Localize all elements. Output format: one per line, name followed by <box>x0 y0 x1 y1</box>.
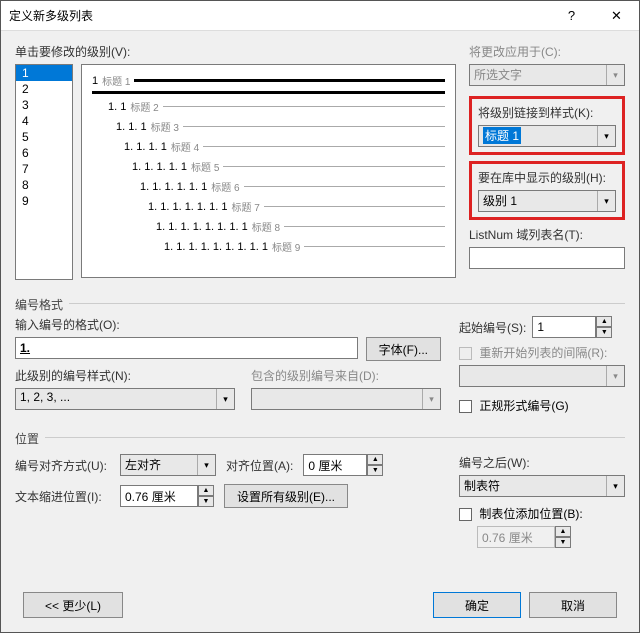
restart-select: ▾ <box>459 365 625 387</box>
dialog-body: 单击要修改的级别(V): 1 2 3 4 5 6 7 8 9 1标题 1 1. 1… <box>1 31 639 632</box>
preview-line: 1. 1. 1. 1. 1. 1. 1标题 7 <box>92 199 445 214</box>
chevron-down-icon: ▾ <box>197 455 215 475</box>
listnum-label: ListNum 域列表名(T): <box>469 226 625 243</box>
level-item-8[interactable]: 8 <box>16 177 72 193</box>
link-style-select[interactable]: 标题 1 ▾ <box>478 125 616 147</box>
level-list[interactable]: 1 2 3 4 5 6 7 8 9 <box>15 64 73 280</box>
level-item-2[interactable]: 2 <box>16 81 72 97</box>
spin-up-icon[interactable]: ▲ <box>367 454 383 465</box>
chevron-down-icon: ▾ <box>597 191 615 211</box>
align-at-label: 对齐位置(A): <box>226 457 293 474</box>
chevron-down-icon: ▾ <box>606 65 624 85</box>
preview-line: 1. 1. 1. 1. 1. 1. 1. 1标题 8 <box>92 219 445 234</box>
restart-checkbox <box>459 347 472 360</box>
indent-spinner[interactable]: ▲▼ <box>120 485 214 507</box>
spin-down-icon[interactable]: ▼ <box>367 465 383 476</box>
level-item-9[interactable]: 9 <box>16 193 72 209</box>
include-from-label: 包含的级别编号来自(D): <box>251 367 441 384</box>
preview-line <box>92 91 445 94</box>
ok-button[interactable]: 确定 <box>433 592 521 618</box>
apply-to-select[interactable]: 所选文字 ▾ <box>469 64 625 86</box>
close-button[interactable]: ✕ <box>594 1 639 31</box>
indent-input[interactable] <box>120 485 198 507</box>
align-select[interactable]: 左对齐 ▾ <box>120 454 216 476</box>
preview-line: 1. 1标题 2 <box>92 99 445 114</box>
restart-label: 重新开始列表的间隔(R): <box>479 346 607 360</box>
chevron-down-icon: ▾ <box>606 476 624 496</box>
spin-up-icon[interactable]: ▲ <box>596 316 612 327</box>
gallery-level-label: 要在库中显示的级别(H): <box>478 169 616 186</box>
chevron-down-icon: ▾ <box>597 126 615 146</box>
start-at-input[interactable] <box>532 316 596 338</box>
link-style-group: 将级别链接到样式(K): 标题 1 ▾ <box>469 96 625 155</box>
dialog-window: 定义新多级列表 ? ✕ 单击要修改的级别(V): 1 2 3 4 5 6 7 <box>0 0 640 633</box>
follow-label: 编号之后(W): <box>459 454 625 471</box>
tab-stop-input <box>477 526 555 548</box>
tab-stop-spinner: ▲▼ <box>477 526 625 548</box>
apply-to-label: 将更改应用于(C): <box>469 43 625 60</box>
preview-line: 1. 1. 1. 1. 1标题 5 <box>92 159 445 174</box>
font-button[interactable]: 字体(F)... <box>366 337 441 361</box>
level-item-5[interactable]: 5 <box>16 129 72 145</box>
spin-down-icon[interactable]: ▼ <box>198 496 214 507</box>
spin-down-icon: ▼ <box>555 537 571 548</box>
help-button[interactable]: ? <box>549 1 594 31</box>
align-label: 编号对齐方式(U): <box>15 457 110 474</box>
legal-format-label: 正规形式编号(G) <box>479 399 568 413</box>
spin-down-icon[interactable]: ▼ <box>596 327 612 338</box>
preview-line: 1. 1. 1. 1. 1. 1标题 6 <box>92 179 445 194</box>
legal-format-checkbox[interactable] <box>459 400 472 413</box>
preview-line: 1标题 1 <box>92 73 445 88</box>
spin-up-icon[interactable]: ▲ <box>198 485 214 496</box>
dialog-title: 定义新多级列表 <box>9 7 549 24</box>
chevron-down-icon: ▾ <box>216 389 234 409</box>
numfmt-section-label: 编号格式 <box>15 296 63 313</box>
level-item-3[interactable]: 3 <box>16 97 72 113</box>
preview-line: 1. 1. 1. 1标题 4 <box>92 139 445 154</box>
tab-stop-label: 制表位添加位置(B): <box>479 507 582 521</box>
preview-line: 1. 1. 1标题 3 <box>92 119 445 134</box>
level-item-7[interactable]: 7 <box>16 161 72 177</box>
chevron-down-icon: ▾ <box>606 366 624 386</box>
tab-stop-checkbox[interactable] <box>459 508 472 521</box>
level-item-4[interactable]: 4 <box>16 113 72 129</box>
listnum-input[interactable] <box>469 247 625 269</box>
preview-pane: 1标题 1 1. 1标题 2 1. 1. 1标题 3 1. 1. 1. 1标题 4 1.… <box>81 64 456 278</box>
follow-select[interactable]: 制表符 ▾ <box>459 475 625 497</box>
cancel-button[interactable]: 取消 <box>529 592 617 618</box>
level-item-6[interactable]: 6 <box>16 145 72 161</box>
start-at-spinner[interactable]: ▲▼ <box>532 316 612 338</box>
numstyle-select[interactable]: 1, 2, 3, ... ▾ <box>15 388 235 410</box>
indent-label: 文本缩进位置(I): <box>15 488 110 505</box>
align-at-input[interactable] <box>303 454 367 476</box>
gallery-level-select[interactable]: 级别 1 ▾ <box>478 190 616 212</box>
set-all-levels-button[interactable]: 设置所有级别(E)... <box>224 484 348 508</box>
gallery-level-group: 要在库中显示的级别(H): 级别 1 ▾ <box>469 161 625 220</box>
levels-label: 单击要修改的级别(V): <box>15 43 459 60</box>
number-format-input[interactable] <box>15 337 358 359</box>
position-section-label: 位置 <box>15 430 39 447</box>
less-button[interactable]: << 更少(L) <box>23 592 123 618</box>
level-item-1[interactable]: 1 <box>16 65 72 81</box>
numstyle-label: 此级别的编号样式(N): <box>15 367 235 384</box>
chevron-down-icon: ▾ <box>422 389 440 409</box>
titlebar: 定义新多级列表 ? ✕ <box>1 1 639 31</box>
align-at-spinner[interactable]: ▲▼ <box>303 454 383 476</box>
start-at-label: 起始编号(S): <box>459 319 526 336</box>
link-style-label: 将级别链接到样式(K): <box>478 104 616 121</box>
preview-line: 1. 1. 1. 1. 1. 1. 1. 1. 1标题 9 <box>92 239 445 254</box>
include-from-select[interactable]: ▾ <box>251 388 441 410</box>
numfmt-input-label: 输入编号的格式(O): <box>15 316 441 333</box>
spin-up-icon: ▲ <box>555 526 571 537</box>
